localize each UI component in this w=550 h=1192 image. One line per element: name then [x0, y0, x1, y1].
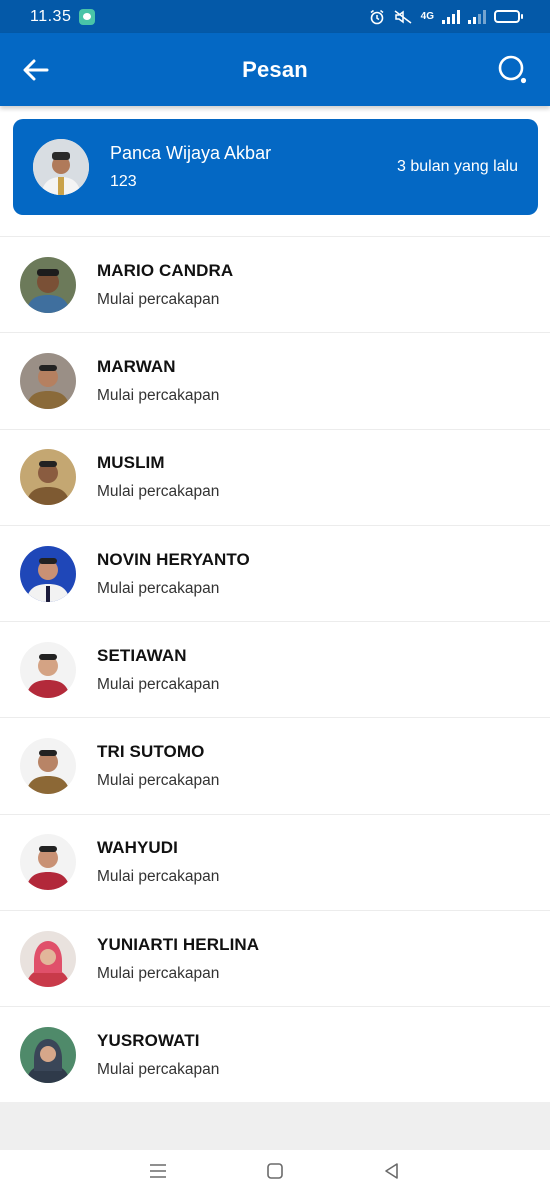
list-item[interactable]: YUNIARTI HERLINA Mulai percakapan [0, 910, 550, 1007]
list-item[interactable]: WAHYUDI Mulai percakapan [0, 813, 550, 911]
list-item[interactable]: MARWAN Mulai percakapan [0, 332, 550, 429]
network-type: 4G [420, 11, 434, 22]
list-item[interactable]: MUSLIM Mulai percakapan [0, 428, 550, 525]
avatar [20, 834, 76, 891]
contact-text: SETIAWAN Mulai percakapan [97, 646, 219, 694]
recent-conversation-card[interactable]: Panca Wijaya Akbar 123 3 bulan yang lalu [13, 119, 538, 215]
avatar [20, 256, 76, 313]
list-item[interactable]: YUSROWATI Mulai percakapan [0, 1006, 550, 1103]
contact-name: MARWAN [97, 356, 176, 376]
arrow-left-icon [23, 59, 49, 81]
avatar [20, 449, 76, 506]
contact-name: NOVIN HERYANTO [97, 549, 250, 569]
contact-text: YUNIARTI HERLINA Mulai percakapan [97, 935, 259, 983]
home-square-icon [267, 1163, 283, 1179]
contact-text: MARIO CANDRA Mulai percakapan [97, 261, 233, 309]
page-title: Pesan [242, 56, 308, 82]
contact-list: MARIO CANDRA Mulai percakapan MARWAN Mul… [0, 236, 550, 1103]
menu-icon [150, 1164, 167, 1178]
contact-subtitle: Mulai percakapan [97, 1061, 220, 1079]
contact-text: WAHYUDI Mulai percakapan [97, 838, 219, 886]
mute-icon [394, 9, 412, 24]
signal-2-icon [468, 9, 486, 24]
avatar [20, 352, 76, 409]
conversation-text: Panca Wijaya Akbar 123 [110, 143, 271, 191]
list-item[interactable]: TRI SUTOMO Mulai percakapan [0, 717, 550, 814]
contact-text: NOVIN HERYANTO Mulai percakapan [97, 550, 250, 598]
avatar [20, 1027, 76, 1084]
contact-subtitle: Mulai percakapan [97, 386, 220, 404]
contact-name: SETIAWAN [97, 645, 187, 665]
list-item[interactable]: NOVIN HERYANTO Mulai percakapan [0, 524, 550, 622]
contact-name: YUNIARTI HERLINA [97, 934, 260, 954]
app-bar: Pesan [0, 33, 550, 106]
contact-text: TRI SUTOMO Mulai percakapan [97, 742, 219, 790]
system-back-button[interactable] [372, 1156, 412, 1186]
contact-text: MUSLIM Mulai percakapan [97, 453, 219, 501]
alarm-icon [370, 9, 384, 24]
contact-name: TRI SUTOMO [97, 742, 205, 762]
contact-subtitle: Mulai percakapan [97, 483, 220, 501]
recent-apps-button[interactable] [138, 1156, 178, 1186]
status-icons: 4G [369, 9, 523, 25]
back-triangle-icon [384, 1163, 398, 1179]
signal-icon [442, 9, 460, 24]
conversation-name: Panca Wijaya Akbar [110, 143, 272, 163]
contact-subtitle: Mulai percakapan [97, 964, 220, 982]
list-item[interactable]: MARIO CANDRA Mulai percakapan [0, 236, 550, 333]
avatar [20, 930, 76, 987]
contact-name: WAHYUDI [97, 838, 178, 858]
chat-notification-icon [79, 8, 96, 25]
status-bar: 11.35 4G [0, 0, 550, 33]
search-button[interactable] [496, 53, 530, 87]
avatar [20, 545, 76, 602]
contact-subtitle: Mulai percakapan [97, 579, 220, 597]
home-button[interactable] [255, 1156, 295, 1186]
search-icon [498, 55, 527, 84]
contact-name: MARIO CANDRA [97, 260, 234, 280]
contact-subtitle: Mulai percakapan [97, 675, 220, 693]
battery-icon [494, 10, 523, 23]
contact-text: MARWAN Mulai percakapan [97, 357, 219, 405]
contact-text: YUSROWATI Mulai percakapan [97, 1031, 219, 1079]
list-item[interactable]: SETIAWAN Mulai percakapan [0, 621, 550, 718]
last-message: 123 [110, 173, 137, 190]
avatar [20, 738, 76, 795]
system-navigation-bar [0, 1150, 550, 1192]
conversation-time: 3 bulan yang lalu [397, 158, 518, 175]
list-footer [0, 1102, 550, 1150]
status-time: 11.35 [30, 7, 72, 25]
contact-name: YUSROWATI [97, 1031, 200, 1051]
contact-name: MUSLIM [97, 453, 165, 473]
avatar [33, 139, 89, 195]
contact-subtitle: Mulai percakapan [97, 868, 220, 886]
avatar [20, 641, 76, 698]
contact-subtitle: Mulai percakapan [97, 290, 220, 308]
contact-subtitle: Mulai percakapan [97, 772, 220, 790]
back-button[interactable] [20, 55, 52, 85]
